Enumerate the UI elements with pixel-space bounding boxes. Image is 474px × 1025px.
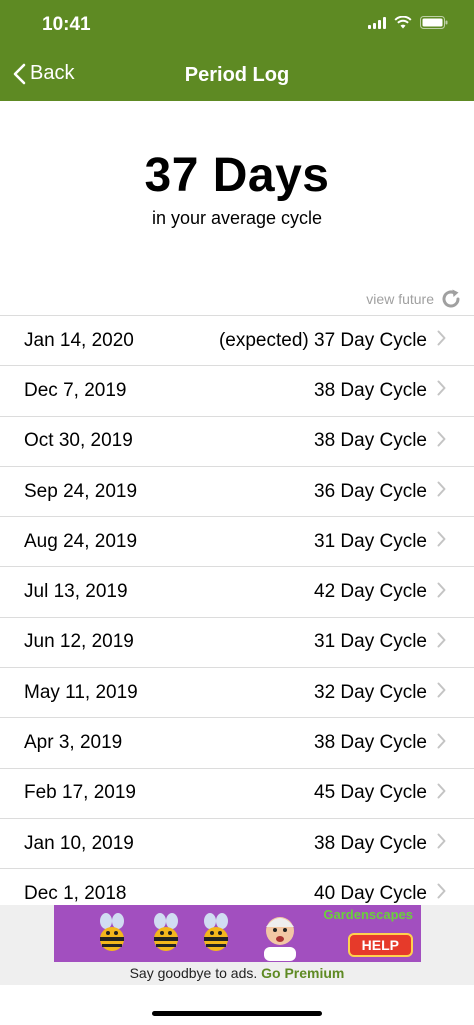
log-cycle-length: 31 Day Cycle	[314, 631, 427, 653]
view-future-button[interactable]: view future	[366, 288, 462, 310]
log-cycle-length: 42 Day Cycle	[314, 581, 427, 603]
log-row-right: 32 Day Cycle	[314, 682, 446, 704]
log-cycle-length: 38 Day Cycle	[314, 379, 427, 401]
log-date: Oct 30, 2019	[24, 430, 133, 452]
log-cycle-length: 38 Day Cycle	[314, 832, 427, 854]
chevron-right-icon	[437, 883, 446, 904]
bee-icon	[204, 913, 228, 951]
cellular-signal-icon	[368, 16, 386, 29]
chevron-right-icon	[437, 833, 446, 854]
log-cycle-length: 31 Day Cycle	[314, 530, 427, 552]
log-row[interactable]: Apr 3, 2019 38 Day Cycle	[0, 718, 474, 769]
chevron-right-icon	[437, 330, 446, 351]
log-row-right: 38 Day Cycle	[314, 833, 446, 855]
log-row-right: 31 Day Cycle	[314, 531, 446, 553]
log-row[interactable]: May 11, 2019 32 Day Cycle	[0, 668, 474, 719]
status-icons	[368, 16, 448, 29]
log-cycle-length: (expected) 37 Day Cycle	[218, 329, 427, 351]
log-row[interactable]: Jul 13, 2019 42 Day Cycle	[0, 567, 474, 618]
log-cycle-length: 38 Day Cycle	[314, 732, 427, 754]
ad-banner[interactable]: Gardenscapes HELP	[54, 905, 421, 962]
log-row-right: 38 Day Cycle	[314, 430, 446, 452]
log-row[interactable]: Feb 17, 2019 45 Day Cycle	[0, 769, 474, 819]
log-date: Jul 13, 2019	[24, 581, 128, 603]
log-date: May 11, 2019	[24, 681, 138, 703]
view-future-label: view future	[366, 291, 434, 307]
log-date: Feb 17, 2019	[24, 782, 136, 804]
average-cycle-summary: 37 Days in your average cycle	[0, 145, 474, 229]
chevron-right-icon	[437, 481, 446, 502]
chevron-right-icon	[437, 682, 446, 703]
log-row[interactable]: Aug 24, 2019 31 Day Cycle	[0, 517, 474, 568]
average-cycle-days: 37 Days	[144, 149, 330, 202]
log-row-right: (expected) 37 Day Cycle	[219, 330, 446, 352]
home-indicator[interactable]	[152, 1011, 322, 1016]
ad-message: Say goodbye to ads. Go Premium	[0, 965, 474, 981]
log-cycle-length: 38 Day Cycle	[314, 430, 427, 452]
chevron-right-icon	[437, 733, 446, 754]
log-row-right: 40 Day Cycle	[314, 883, 446, 905]
bee-icon	[154, 913, 178, 951]
log-row-right: 45 Day Cycle	[314, 782, 446, 804]
log-row-right: 36 Day Cycle	[314, 481, 446, 503]
log-row-right: 42 Day Cycle	[314, 581, 446, 603]
period-log-list: Jan 14, 2020 (expected) 37 Day Cycle Dec 7…	[0, 315, 474, 905]
status-time: 10:41	[42, 14, 91, 35]
log-row[interactable]: Dec 7, 2019 38 Day Cycle	[0, 366, 474, 417]
chevron-right-icon	[437, 783, 446, 804]
header-bar: 10:41 Back Period Log	[0, 0, 474, 101]
log-date: Aug 24, 2019	[24, 530, 138, 552]
log-row[interactable]: Jan 14, 2020 (expected) 37 Day Cycle	[0, 316, 474, 367]
go-premium-link[interactable]: Go Premium	[261, 965, 344, 981]
log-row-right: 38 Day Cycle	[314, 732, 446, 754]
log-row[interactable]: Sep 24, 2019 36 Day Cycle	[0, 467, 474, 518]
log-date: Jun 12, 2019	[24, 631, 134, 653]
chevron-right-icon	[437, 531, 446, 552]
log-row-right: 31 Day Cycle	[314, 631, 446, 653]
ad-help-button[interactable]: HELP	[347, 933, 413, 957]
log-row-right: 38 Day Cycle	[314, 380, 446, 402]
log-date: Dec 7, 2019	[24, 379, 127, 401]
log-cycle-length: 40 Day Cycle	[314, 882, 427, 904]
log-date: Jan 10, 2019	[24, 832, 134, 854]
log-row[interactable]: Oct 30, 2019 38 Day Cycle	[0, 417, 474, 467]
log-row[interactable]: Jun 12, 2019 31 Day Cycle	[0, 618, 474, 669]
chevron-right-icon	[437, 380, 446, 401]
log-date: Apr 3, 2019	[24, 732, 123, 754]
navigation-bar: Back Period Log	[0, 50, 474, 101]
refresh-icon	[442, 289, 460, 308]
log-cycle-length: 45 Day Cycle	[314, 782, 427, 804]
log-date: Dec 1, 2018	[24, 882, 127, 904]
ad-area: Gardenscapes HELP Say goodbye to ads. Go…	[0, 905, 474, 985]
status-bar: 10:41	[0, 0, 474, 50]
wifi-icon	[394, 16, 412, 29]
ad-message-text: Say goodbye to ads.	[129, 965, 258, 981]
average-cycle-caption: in your average cycle	[151, 208, 323, 228]
log-date: Sep 24, 2019	[24, 480, 138, 502]
log-cycle-length: 32 Day Cycle	[314, 681, 427, 703]
log-row[interactable]: Jan 10, 2019 38 Day Cycle	[0, 819, 474, 870]
battery-icon	[420, 16, 448, 29]
ad-logo: Gardenscapes	[323, 907, 413, 922]
character-illustration	[264, 917, 296, 961]
chevron-right-icon	[437, 431, 446, 452]
log-cycle-length: 36 Day Cycle	[314, 480, 427, 502]
log-date: Jan 14, 2020	[24, 329, 134, 351]
chevron-right-icon	[437, 582, 446, 603]
log-row[interactable]: Dec 1, 2018 40 Day Cycle	[0, 869, 474, 905]
bee-icon	[100, 913, 124, 951]
page-title: Period Log	[184, 64, 290, 86]
home-area	[0, 985, 474, 1025]
chevron-right-icon	[437, 632, 446, 653]
